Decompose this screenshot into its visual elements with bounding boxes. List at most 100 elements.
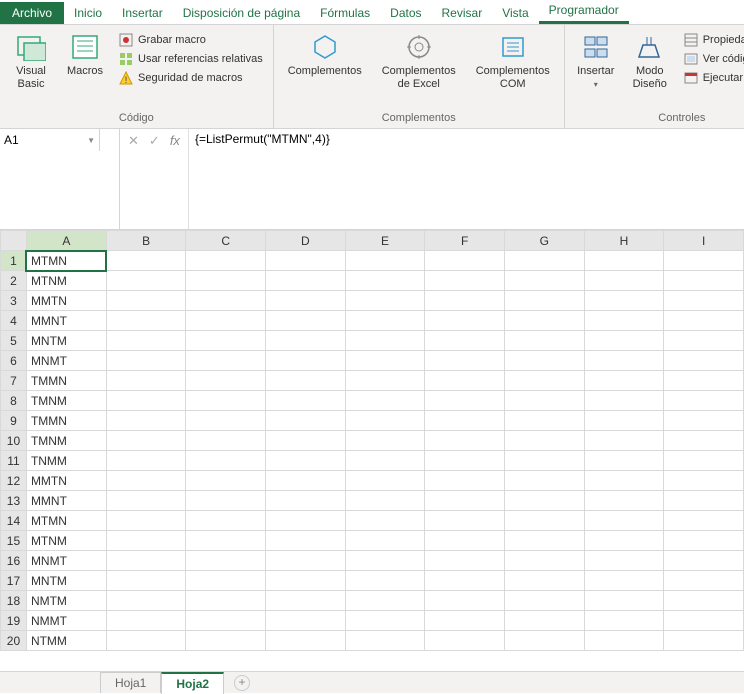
- cell[interactable]: [345, 311, 425, 331]
- cell[interactable]: [186, 531, 266, 551]
- cell[interactable]: [106, 551, 186, 571]
- tab-page-layout[interactable]: Disposición de página: [173, 2, 310, 24]
- cell[interactable]: [584, 291, 664, 311]
- cell[interactable]: [504, 271, 584, 291]
- cell[interactable]: [504, 571, 584, 591]
- cell[interactable]: [584, 451, 664, 471]
- cell[interactable]: TMNM: [26, 431, 106, 451]
- cell[interactable]: [345, 531, 425, 551]
- row-header[interactable]: 16: [1, 551, 27, 571]
- cell[interactable]: [504, 411, 584, 431]
- row-header[interactable]: 19: [1, 611, 27, 631]
- column-header[interactable]: G: [504, 231, 584, 251]
- cell[interactable]: [504, 611, 584, 631]
- cell[interactable]: [266, 611, 346, 631]
- cell[interactable]: [425, 331, 505, 351]
- tab-view[interactable]: Vista: [492, 2, 538, 24]
- cell[interactable]: [106, 291, 186, 311]
- cell[interactable]: [345, 391, 425, 411]
- cell[interactable]: NMMT: [26, 611, 106, 631]
- cell[interactable]: [584, 331, 664, 351]
- row-header[interactable]: 11: [1, 451, 27, 471]
- cell[interactable]: [584, 411, 664, 431]
- cell[interactable]: MNTM: [26, 331, 106, 351]
- visual-basic-button[interactable]: Visual Basic: [6, 27, 56, 97]
- design-mode-button[interactable]: Modo Diseño: [625, 27, 675, 97]
- cell[interactable]: [186, 331, 266, 351]
- cell[interactable]: [584, 471, 664, 491]
- fx-icon[interactable]: fx: [170, 133, 180, 148]
- cell[interactable]: [106, 311, 186, 331]
- cell[interactable]: [186, 351, 266, 371]
- cell[interactable]: [186, 311, 266, 331]
- insert-control-button[interactable]: Insertar▾: [571, 27, 621, 97]
- run-dialog-button[interactable]: Ejecutar cuadro d: [679, 69, 744, 87]
- cell[interactable]: MMNT: [26, 491, 106, 511]
- cell[interactable]: [425, 511, 505, 531]
- cell[interactable]: [584, 571, 664, 591]
- row-header[interactable]: 2: [1, 271, 27, 291]
- row-header[interactable]: 7: [1, 371, 27, 391]
- tab-review[interactable]: Revisar: [432, 2, 493, 24]
- cancel-formula-icon[interactable]: ✕: [128, 133, 139, 149]
- cell[interactable]: [664, 251, 744, 271]
- cell[interactable]: [266, 511, 346, 531]
- cell[interactable]: [106, 631, 186, 651]
- cell[interactable]: NMTM: [26, 591, 106, 611]
- cell[interactable]: [425, 571, 505, 591]
- cell[interactable]: [345, 491, 425, 511]
- cell[interactable]: [106, 351, 186, 371]
- cell[interactable]: [425, 631, 505, 651]
- column-header[interactable]: B: [106, 231, 186, 251]
- cell[interactable]: [345, 511, 425, 531]
- cell[interactable]: [266, 271, 346, 291]
- cell[interactable]: [425, 371, 505, 391]
- cell[interactable]: [584, 551, 664, 571]
- cell[interactable]: [664, 591, 744, 611]
- cell[interactable]: [664, 271, 744, 291]
- cell[interactable]: [106, 471, 186, 491]
- name-box-input[interactable]: [4, 133, 64, 147]
- cell[interactable]: [106, 391, 186, 411]
- com-addins-button[interactable]: Complementos COM: [468, 27, 558, 97]
- formula-input[interactable]: {=ListPermut("MTMN",4)}: [189, 129, 744, 229]
- cell[interactable]: [345, 571, 425, 591]
- cell[interactable]: MNMT: [26, 351, 106, 371]
- cell[interactable]: [266, 491, 346, 511]
- cell[interactable]: [504, 331, 584, 351]
- column-header[interactable]: C: [186, 231, 266, 251]
- cell[interactable]: [186, 251, 266, 271]
- cell[interactable]: [186, 611, 266, 631]
- cell[interactable]: [266, 631, 346, 651]
- cell[interactable]: [186, 591, 266, 611]
- cell[interactable]: [266, 591, 346, 611]
- row-header[interactable]: 10: [1, 431, 27, 451]
- row-header[interactable]: 3: [1, 291, 27, 311]
- cell[interactable]: [345, 331, 425, 351]
- cell[interactable]: [266, 351, 346, 371]
- cell[interactable]: TMNM: [26, 391, 106, 411]
- select-all-corner[interactable]: [1, 231, 27, 251]
- cell[interactable]: [584, 511, 664, 531]
- cell[interactable]: [664, 531, 744, 551]
- cell[interactable]: [664, 391, 744, 411]
- tab-file[interactable]: Archivo: [0, 2, 64, 24]
- cell[interactable]: [425, 411, 505, 431]
- cell[interactable]: [584, 631, 664, 651]
- tab-home[interactable]: Inicio: [64, 2, 112, 24]
- row-header[interactable]: 5: [1, 331, 27, 351]
- cell[interactable]: [186, 571, 266, 591]
- cell[interactable]: [504, 291, 584, 311]
- cell[interactable]: [186, 411, 266, 431]
- cell[interactable]: [584, 611, 664, 631]
- cell[interactable]: [664, 351, 744, 371]
- cell[interactable]: [584, 271, 664, 291]
- cell[interactable]: [186, 391, 266, 411]
- tab-formulas[interactable]: Fórmulas: [310, 2, 380, 24]
- cell[interactable]: MMTN: [26, 471, 106, 491]
- cell[interactable]: [425, 431, 505, 451]
- properties-button[interactable]: Propiedades: [679, 31, 744, 49]
- cell[interactable]: [106, 571, 186, 591]
- cell[interactable]: [186, 511, 266, 531]
- cell[interactable]: MTMN: [26, 251, 106, 271]
